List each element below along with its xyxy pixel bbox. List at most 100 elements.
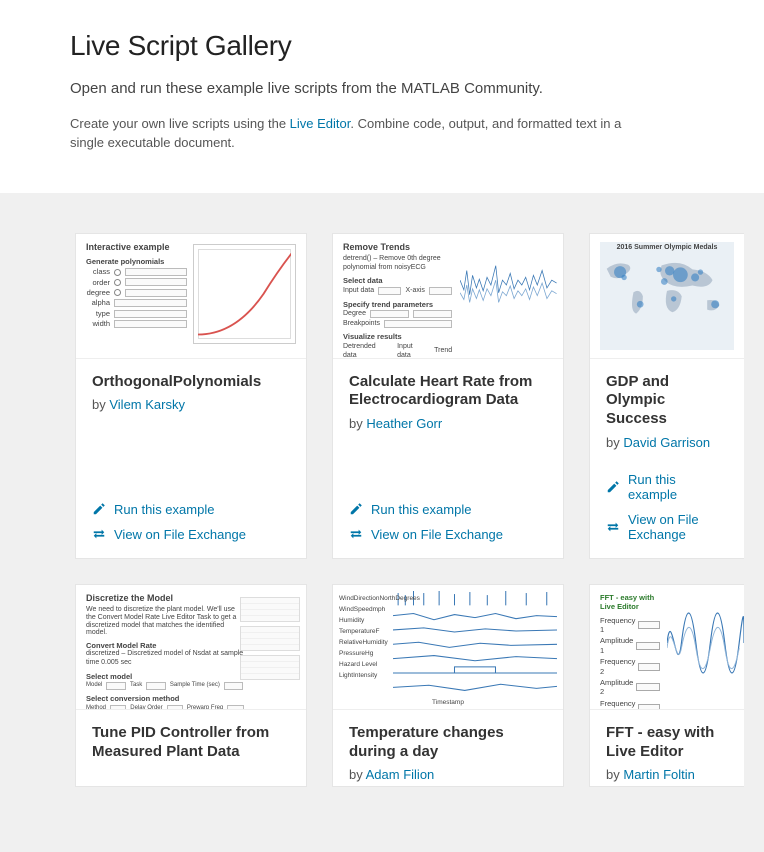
input-box <box>114 320 187 328</box>
view-label: View on File Exchange <box>628 512 728 542</box>
card-title: GDP and Olympic Success <box>606 373 728 429</box>
card-thumbnail: WindDirectionNorthDegrees WindSpeedmph H… <box>333 585 563 710</box>
card-body: Calculate Heart Rate from Electrocardiog… <box>333 359 563 436</box>
gallery-row: Interactive example Generate polynomials… <box>75 233 764 559</box>
chk: Input data <box>397 343 428 359</box>
lbl: Humidity <box>339 615 420 626</box>
card-actions: Run this example View on File Exchange <box>333 484 563 558</box>
thumb-title: Interactive example <box>86 242 187 253</box>
card-byline: by Adam Filion <box>349 767 547 782</box>
thumb-section: Select model <box>86 672 244 681</box>
author-link[interactable]: Heather Gorr <box>366 416 442 431</box>
input-box <box>227 705 243 710</box>
world-map-chart: 2016 Summer Olympic Medals <box>600 242 734 350</box>
thumb-section: Specify trend parameters <box>343 300 452 309</box>
lbl: WindSpeedmph <box>339 604 420 615</box>
thumb-section: Visualize results <box>343 332 452 341</box>
polynomial-chart <box>193 244 297 344</box>
view-exchange-link[interactable]: View on File Exchange <box>606 512 728 542</box>
lbl: Model <box>86 682 102 690</box>
ctl-label: alpha <box>86 298 110 307</box>
card-title: OrthogonalPolynomials <box>92 373 290 392</box>
card-title: FFT - easy with Live Editor <box>606 724 728 762</box>
input-box <box>114 299 187 307</box>
f-label: Breakpoints <box>343 320 380 329</box>
lbl: Method <box>86 705 106 710</box>
input-box <box>125 278 187 286</box>
run-label: Run this example <box>114 502 214 517</box>
card-body: GDP and Olympic Success by David Garriso… <box>590 359 744 454</box>
card-actions: Run this example View on File Exchange <box>590 454 744 558</box>
card-thumbnail: Interactive example Generate polynomials… <box>76 234 306 359</box>
view-label: View on File Exchange <box>114 527 246 542</box>
input-box <box>370 310 409 318</box>
f-label: X-axis <box>405 287 424 296</box>
lbl: Frequency 2 <box>600 657 635 676</box>
view-label: View on File Exchange <box>371 527 503 542</box>
view-exchange-link[interactable]: View on File Exchange <box>92 527 290 542</box>
pencil-icon <box>349 502 363 516</box>
gallery-card: WindDirectionNorthDegrees WindSpeedmph H… <box>332 584 564 788</box>
lbl: Task <box>130 682 142 690</box>
intro-subtext: Create your own live scripts using the L… <box>70 115 625 153</box>
gallery-card: FFT - easy with Live Editor Frequency 1 … <box>589 584 744 788</box>
thumb-title: Discretize the Model <box>86 593 244 604</box>
temp-row-labels: WindDirectionNorthDegrees WindSpeedmph H… <box>339 593 420 681</box>
input-box <box>125 268 187 276</box>
lbl: Delay Order <box>130 705 162 710</box>
card-title: Calculate Heart Rate from Electrocardiog… <box>349 373 547 411</box>
lbl: LightIntensity <box>339 670 420 681</box>
gallery-card: Discretize the Model We need to discreti… <box>75 584 307 788</box>
author-link[interactable]: David Garrison <box>623 435 710 450</box>
input-box <box>636 642 660 650</box>
intro-section: Live Script Gallery Open and run these e… <box>0 0 764 193</box>
thumb-task: Convert Model Rate <box>86 641 244 650</box>
page-title: Live Script Gallery <box>70 30 694 62</box>
author-link[interactable]: Martin Foltin <box>623 767 695 782</box>
x-axis-label: Timestamp <box>333 699 563 707</box>
f-label: Degree <box>343 310 366 319</box>
card-title: Temperature changes during a day <box>349 724 547 762</box>
lbl: Amplitude 1 <box>600 636 633 655</box>
thumb-title: FFT - easy with Live Editor <box>600 593 660 612</box>
input-box <box>125 289 187 297</box>
by-label: by <box>349 416 363 431</box>
run-example-link[interactable]: Run this example <box>606 472 728 502</box>
run-example-link[interactable]: Run this example <box>92 502 290 517</box>
lbl: WindDirectionNorthDegrees <box>339 593 420 604</box>
thumb-desc: detrend() – Remove 0th degree polynomial… <box>343 255 441 271</box>
by-label: by <box>606 435 620 450</box>
run-example-link[interactable]: Run this example <box>349 502 547 517</box>
view-exchange-link[interactable]: View on File Exchange <box>349 527 547 542</box>
input-box <box>146 682 166 690</box>
by-label: by <box>606 767 620 782</box>
input-box <box>429 287 452 295</box>
gallery-card: Interactive example Generate polynomials… <box>75 233 307 559</box>
input-box <box>114 310 187 318</box>
author-link[interactable]: Vilem Karsky <box>109 397 185 412</box>
card-thumbnail: FFT - easy with Live Editor Frequency 1 … <box>590 585 744 710</box>
radio-icon <box>114 269 121 276</box>
lbl: PressureHg <box>339 648 420 659</box>
waveform-chart <box>667 593 744 693</box>
author-link[interactable]: Adam Filion <box>366 767 435 782</box>
card-byline: by Heather Gorr <box>349 416 547 431</box>
lbl: Frequency 1 <box>600 616 635 635</box>
thumb-section: Select conversion method <box>86 694 244 703</box>
gallery-card: Remove Trends detrend() – Remove 0th deg… <box>332 233 564 559</box>
by-label: by <box>349 767 363 782</box>
bode-chart <box>240 597 300 687</box>
card-thumbnail: Discretize the Model We need to discreti… <box>76 585 306 710</box>
input-box <box>106 682 126 690</box>
input-box <box>167 705 183 710</box>
input-box <box>638 621 660 629</box>
ecg-chart <box>460 256 557 314</box>
thumb-subdesc: discretized – Discretized model of Nsdat… <box>86 650 244 668</box>
ctl-label: order <box>86 278 110 287</box>
ctl-label: type <box>86 309 110 318</box>
chk: Trend <box>434 347 452 356</box>
live-editor-link[interactable]: Live Editor <box>290 116 351 131</box>
lbl: Sample Time (sec) <box>170 682 220 690</box>
card-byline: by David Garrison <box>606 435 728 450</box>
card-byline: by Martin Foltin <box>606 767 728 782</box>
